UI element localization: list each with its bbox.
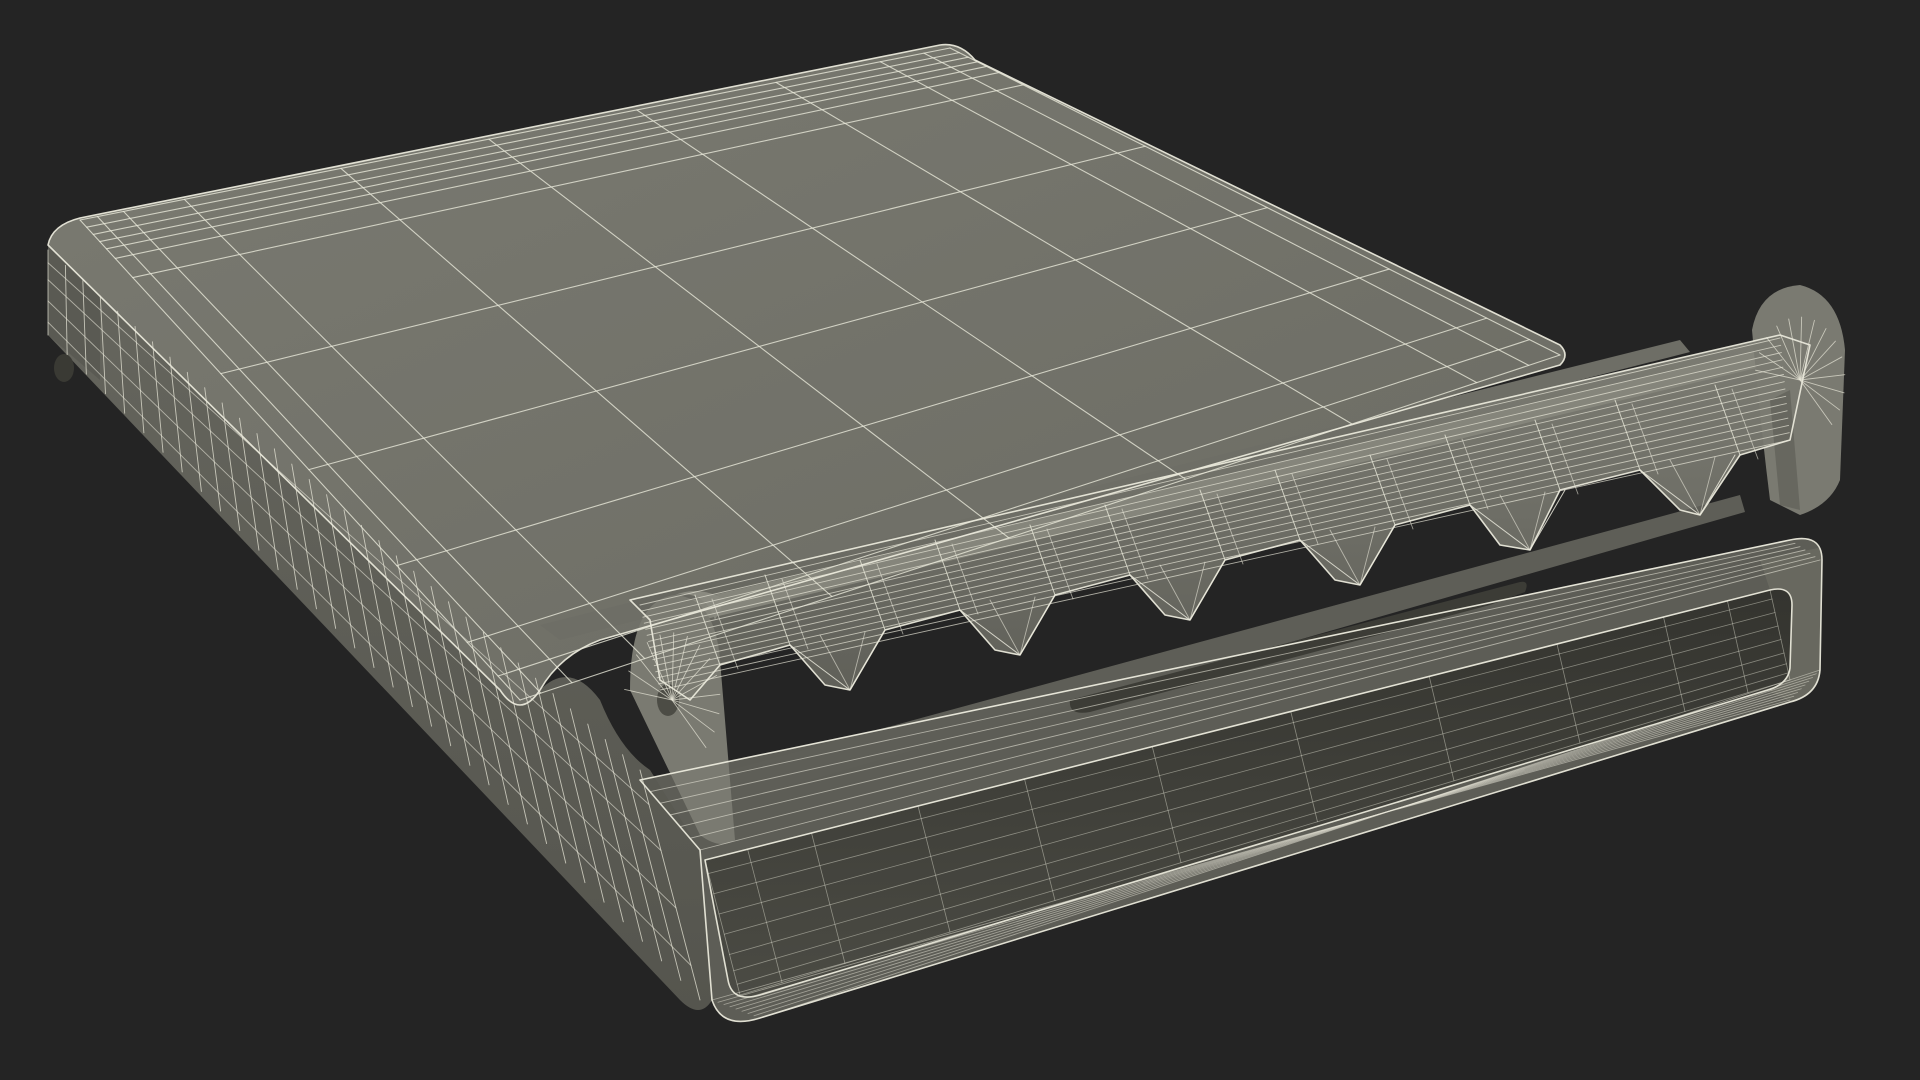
left-pin-hole [54, 354, 74, 382]
render-canvas [0, 0, 1920, 1080]
viewport [0, 0, 1920, 1080]
